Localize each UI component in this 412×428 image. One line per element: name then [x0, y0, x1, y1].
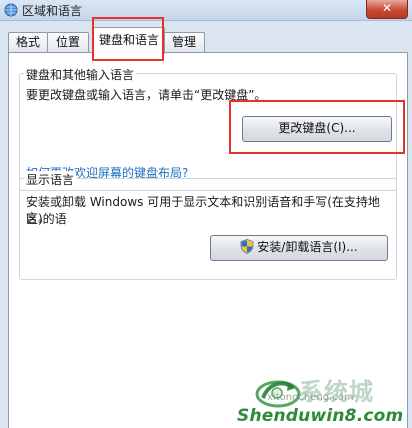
- title-bar: 区域和语言 ✕: [0, 0, 412, 21]
- window-title: 区域和语言: [22, 4, 83, 18]
- display-language-group-title: 显示语言: [24, 171, 77, 188]
- tab-highlight-box: [92, 17, 164, 61]
- install-uninstall-languages-button[interactable]: 安装/卸载语言(I)...: [210, 235, 388, 261]
- keyboard-group-title: 键盘和其他输入语言: [24, 66, 137, 83]
- watermark-url: xitongcheng.com: [267, 392, 354, 403]
- tab-formats[interactable]: 格式: [8, 32, 48, 52]
- watermark-main-text: Shenduwin8.com: [237, 406, 404, 426]
- region-language-window: 区域和语言 ✕ 格式 位置 键盘和语言 管理 键盘和其他输入语言 要更改键盘或输…: [0, 0, 412, 428]
- tab-strip: 格式 位置 键盘和语言 管理: [8, 26, 408, 54]
- display-language-description-line2: 言。: [26, 211, 51, 225]
- close-button[interactable]: ✕: [366, 0, 408, 19]
- display-language-description-line1: 安装或卸载 Windows 可用于显示文本和识别语音和手写(在支持地区)的语: [26, 195, 380, 226]
- tab-location-label: 位置: [55, 35, 80, 49]
- display-language-group: 显示语言 安装或卸载 Windows 可用于显示文本和识别语音和手写(在支持地区…: [19, 171, 397, 280]
- shield-icon: [240, 239, 254, 254]
- site-watermark: 系统城 xitongcheng.com Shenduwin8.com: [235, 368, 412, 428]
- install-uninstall-languages-label: 安装/卸载语言(I)...: [257, 240, 358, 254]
- tab-formats-label: 格式: [15, 35, 40, 49]
- tab-administrative[interactable]: 管理: [163, 32, 205, 52]
- tab-administrative-label: 管理: [171, 35, 196, 49]
- tab-location[interactable]: 位置: [47, 32, 89, 52]
- globe-icon: [4, 3, 18, 17]
- close-icon: ✕: [381, 1, 393, 15]
- change-keyboard-highlight-box: [229, 100, 405, 154]
